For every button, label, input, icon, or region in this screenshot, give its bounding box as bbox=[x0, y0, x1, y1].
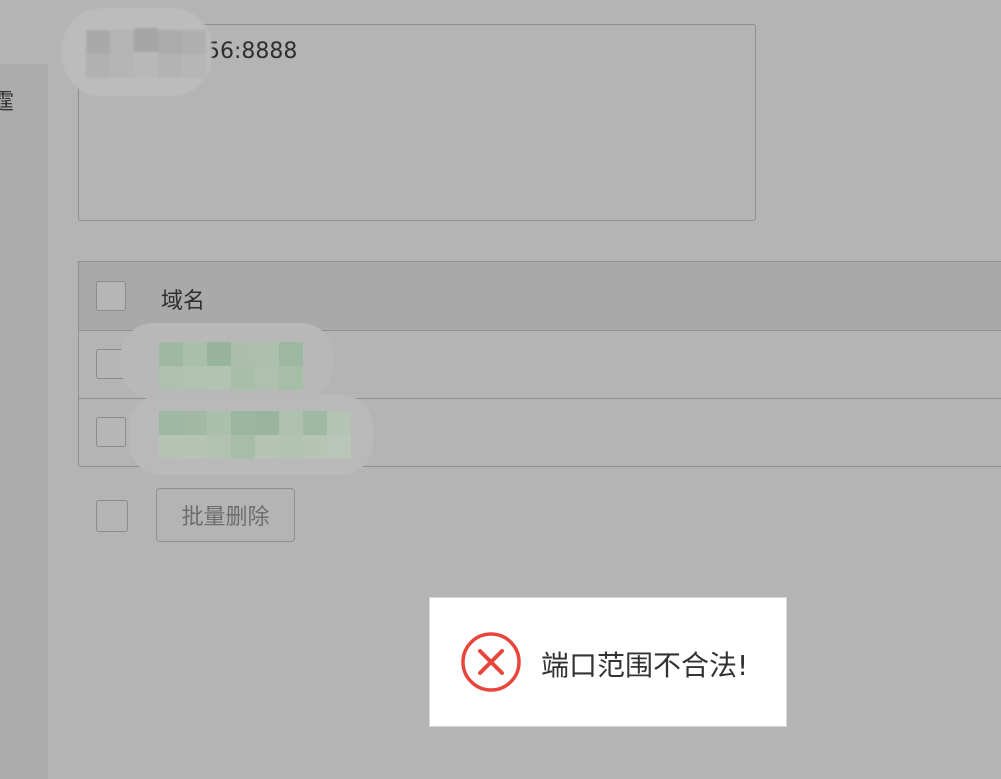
row-checkbox[interactable] bbox=[96, 417, 126, 447]
error-toast: 端口范围不合法! bbox=[429, 597, 787, 727]
domain-input-text: .56:8888 bbox=[199, 39, 298, 64]
redacted-blur-overlay bbox=[62, 8, 212, 96]
left-panel: 霆 bbox=[0, 64, 48, 779]
table-row bbox=[79, 323, 1001, 399]
error-message: 端口范围不合法! bbox=[541, 649, 749, 682]
left-panel-label: 霆 bbox=[0, 90, 15, 115]
table-row bbox=[79, 395, 1001, 475]
bulk-delete-button[interactable]: 批量删除 bbox=[156, 488, 295, 542]
redacted-domain-cell bbox=[121, 323, 333, 399]
domain-column-header: 域名 bbox=[161, 289, 206, 314]
error-circle-icon bbox=[461, 632, 521, 692]
table-header-row: 域名 bbox=[79, 262, 1001, 331]
domain-settings-page: 霆 .56:8888 域名 批量删除 端口范围不合法! bbox=[0, 0, 1001, 779]
select-all-checkbox[interactable] bbox=[96, 281, 126, 311]
bulk-select-checkbox[interactable] bbox=[96, 500, 128, 532]
domain-table: 域名 bbox=[78, 261, 1001, 475]
redacted-domain-cell bbox=[129, 395, 373, 475]
